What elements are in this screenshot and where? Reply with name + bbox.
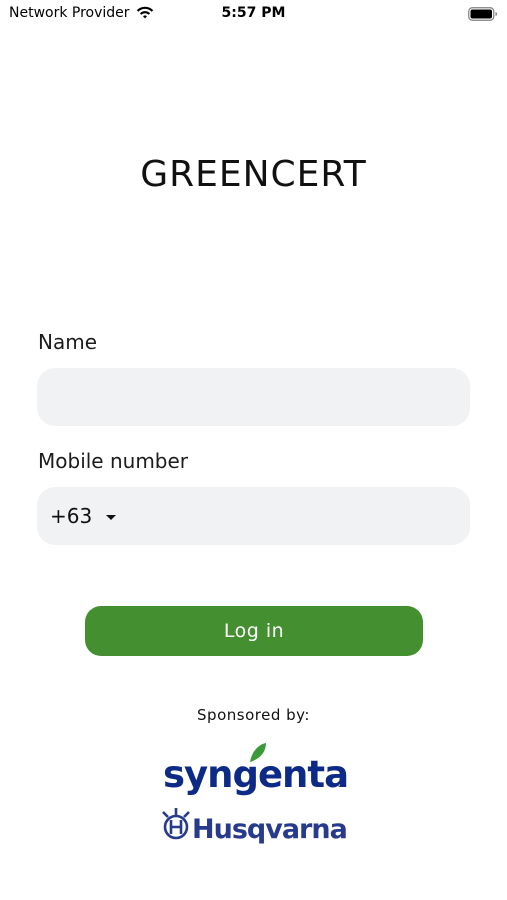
name-input[interactable] (37, 368, 470, 426)
app-title: GREENCERT (140, 154, 367, 195)
svg-text:syngenta: syngenta (163, 753, 348, 796)
syngenta-logo: syngenta (163, 743, 349, 796)
battery-icon (468, 7, 497, 21)
mobile-number-input[interactable] (116, 487, 470, 545)
status-time: 5:57 PM (221, 5, 286, 21)
status-bar: Network Provider 5:57 PM (0, 0, 507, 28)
caret-down-icon (106, 514, 117, 520)
name-label: Name (38, 330, 98, 354)
husqvarna-logo: Husqvarna (162, 808, 348, 845)
country-code-value: +63 (50, 504, 93, 528)
mobile-number-field: +63 (37, 487, 470, 545)
login-button[interactable]: Log in (85, 606, 423, 656)
mobile-number-label: Mobile number (38, 449, 189, 473)
sponsored-by-label: Sponsored by: (197, 706, 310, 724)
country-code-selector[interactable]: +63 (50, 504, 117, 528)
svg-text:Husqvarna: Husqvarna (192, 814, 347, 845)
husqvarna-crown-icon (162, 808, 190, 840)
login-screen: Network Provider 5:57 PM GREENCERT Name … (0, 0, 507, 900)
